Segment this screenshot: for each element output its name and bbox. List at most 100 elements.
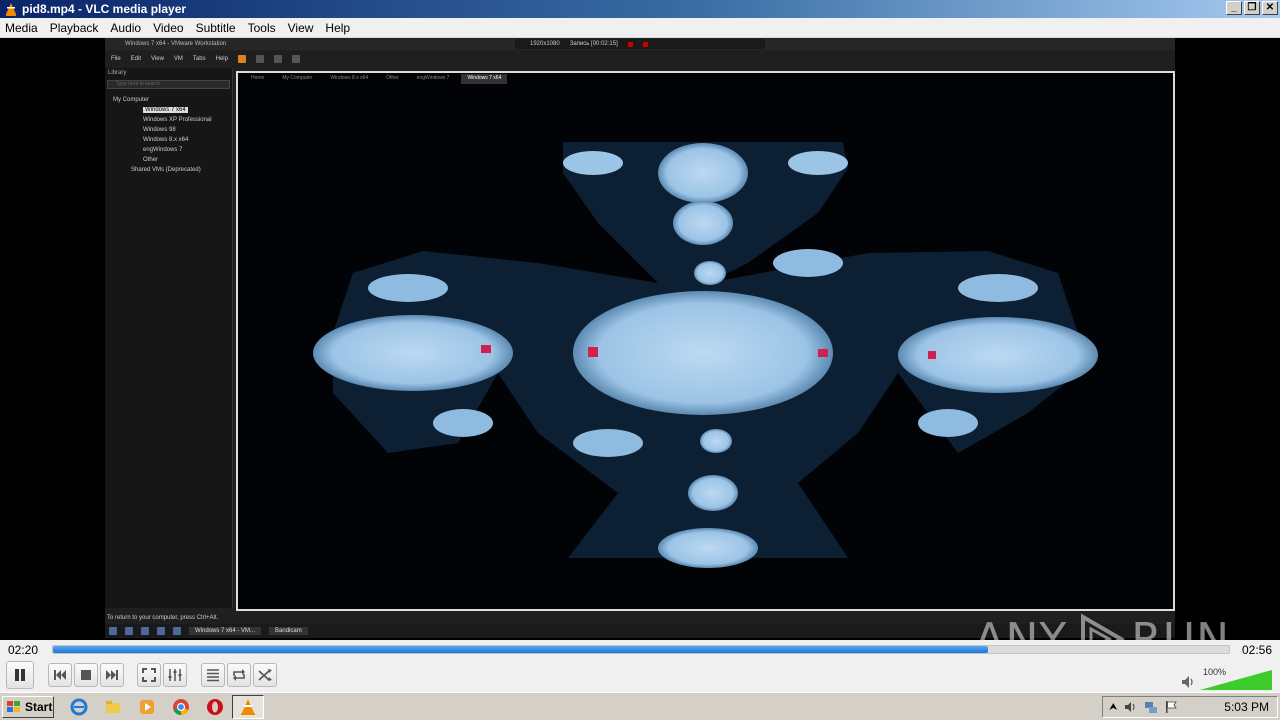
vmware-menu-tabs: Tabs (192, 56, 206, 62)
seek-slider[interactable] (52, 645, 1230, 654)
library-item: Windows XP Professional (143, 117, 212, 123)
vm-toolbar-icon (291, 55, 300, 63)
library-item: Windows 98 (143, 127, 176, 133)
pause-icon (15, 669, 25, 681)
vmware-menu-help: Help (215, 56, 228, 62)
stop-record-icon (642, 41, 648, 47)
loop-button[interactable] (227, 663, 251, 687)
video-area[interactable]: Windows 7 x64 - VMware Workstation 1920x… (0, 38, 1280, 640)
vlc-cone-icon (6, 3, 16, 16)
control-bar: 100% (0, 660, 1280, 692)
menu-bar: Media Playback Audio Video Subtitle Tool… (0, 18, 1280, 38)
volume-tray-icon[interactable] (1124, 700, 1138, 714)
library-header: Library (108, 70, 127, 76)
internet-explorer-icon[interactable] (70, 698, 88, 716)
recorder-label: Запись [00:02:15] (569, 41, 618, 47)
anyrun-watermark: ANY RUN (974, 608, 1230, 640)
guest-task: Bandicam (269, 627, 308, 635)
guest-app-icon (125, 627, 133, 635)
chrome-icon[interactable] (172, 698, 190, 716)
vm-tab: engWindows 7 (416, 75, 450, 81)
clock: 5:03 PM (1224, 700, 1269, 714)
previous-icon (54, 670, 66, 680)
next-button[interactable] (100, 663, 124, 687)
pause-button[interactable] (6, 661, 34, 689)
loop-icon (233, 669, 245, 681)
menu-video[interactable]: Video (148, 21, 190, 35)
library-search: Type here to search (107, 80, 230, 89)
tray-expand-icon[interactable]: ⮝ (1109, 702, 1118, 713)
close-button[interactable]: ✕ (1262, 1, 1278, 15)
vm-tab: My Computer (282, 75, 313, 81)
guest-app-icon (157, 627, 165, 635)
extended-settings-button[interactable] (163, 663, 187, 687)
seek-row: 02:20 02:56 (0, 640, 1280, 660)
vm-tab-active: Windows 7 x64 (461, 74, 508, 84)
windows-taskbar: Start ⮝ 5:03 PM (0, 692, 1280, 720)
fullscreen-button[interactable] (137, 663, 161, 687)
vm-toolbar-icon (273, 55, 282, 63)
network-tray-icon[interactable] (1144, 700, 1158, 714)
menu-media[interactable]: Media (0, 21, 45, 35)
speaker-icon[interactable] (1180, 674, 1196, 690)
record-icon (627, 41, 633, 47)
vm-tab: Windows 8.x x64 (330, 75, 369, 81)
minimize-button[interactable]: _ (1226, 1, 1242, 15)
watermark-text-left: ANY (974, 613, 1068, 641)
stop-icon (81, 670, 91, 680)
menu-help[interactable]: Help (320, 21, 357, 35)
vm-tab: Home (251, 75, 265, 81)
flag-tray-icon[interactable] (1164, 700, 1178, 714)
system-tray: ⮝ 5:03 PM (1102, 696, 1278, 718)
vlc-taskbar-button[interactable] (232, 695, 264, 719)
current-time: 02:20 (8, 643, 39, 657)
volume-slider[interactable] (1200, 670, 1272, 690)
windows-logo-icon (7, 701, 20, 712)
vlc-icon (241, 699, 255, 715)
vm-pause-icon (237, 55, 246, 63)
guest-app-icon (173, 627, 181, 635)
opera-icon[interactable] (206, 698, 224, 716)
library-item: Other (143, 157, 159, 163)
menu-audio[interactable]: Audio (105, 21, 148, 35)
guest-app-icon (141, 627, 149, 635)
guest-start-icon (109, 627, 117, 635)
previous-button[interactable] (48, 663, 72, 687)
folder-icon[interactable] (104, 698, 122, 716)
vm-guest-screen (236, 71, 1175, 611)
guest-task: Windows 7 x64 - VM... (189, 627, 262, 635)
library-root: My Computer (113, 97, 150, 103)
vm-tab: Other (386, 75, 399, 81)
play-triangle-icon (1081, 613, 1126, 640)
restore-button[interactable]: ❐ (1244, 1, 1260, 15)
stop-button[interactable] (74, 663, 98, 687)
vmware-menu-file: File (111, 56, 121, 62)
menu-subtitle[interactable]: Subtitle (191, 21, 243, 35)
recorder-bar: 1920x1080 Запись [00:02:15] (515, 39, 765, 49)
fractal-image (238, 73, 1173, 609)
library-item: Windows 7 x64 (143, 107, 188, 113)
start-label: Start (25, 700, 53, 714)
library-shared: Shared VMs (Deprecated) (131, 167, 201, 173)
library-tree: My Computer Windows 7 x64 Windows XP Pro… (105, 95, 232, 175)
menu-tools[interactable]: Tools (243, 21, 283, 35)
recorder-resolution: 1920x1080 (530, 41, 560, 47)
start-button[interactable]: Start (2, 696, 54, 718)
media-player-icon[interactable] (138, 698, 156, 716)
vmware-menu-row: File Edit View VM Tabs Help (105, 52, 1175, 66)
total-time: 02:56 (1241, 643, 1272, 657)
vmware-library: Library Type here to search My Computer … (105, 68, 233, 608)
playlist-button[interactable] (201, 663, 225, 687)
vmware-window-frame: Windows 7 x64 - VMware Workstation 1920x… (105, 38, 1175, 638)
menu-playback[interactable]: Playback (45, 21, 106, 35)
window-title: pid8.mp4 - VLC media player (22, 2, 187, 16)
library-item: engWindows 7 (143, 147, 183, 153)
vmware-title: Windows 7 x64 - VMware Workstation (125, 41, 227, 47)
shuffle-button[interactable] (253, 663, 277, 687)
library-item: Windows 8.x x64 (143, 137, 189, 143)
menu-view[interactable]: View (283, 21, 321, 35)
vmware-menu-edit: Edit (130, 56, 142, 62)
vmware-menu-vm: VM (173, 56, 183, 62)
fullscreen-icon (142, 668, 156, 682)
shuffle-icon (258, 669, 272, 681)
